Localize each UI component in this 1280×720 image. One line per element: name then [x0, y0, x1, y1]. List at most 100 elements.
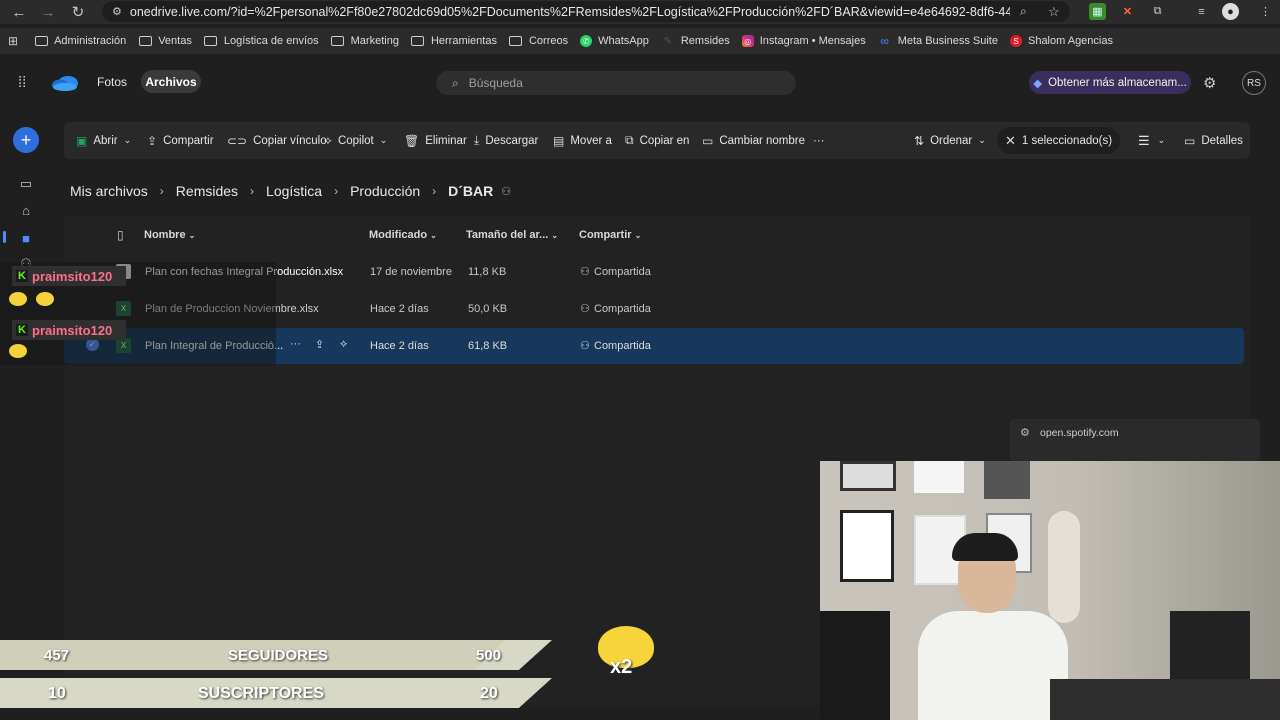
file-sharing[interactable]: Compartida — [594, 340, 651, 352]
duck-emote-icon — [9, 292, 27, 306]
app-launcher-icon[interactable]: ⁞⁞ — [18, 74, 26, 91]
forward-icon[interactable]: → — [33, 0, 63, 24]
recent-icon[interactable]: ▭ — [17, 176, 35, 192]
copilot-icon: ⟡ — [324, 133, 332, 147]
breadcrumb-remsides[interactable]: Remsides — [176, 183, 238, 199]
webcam-overlay — [820, 461, 1280, 720]
create-new-button[interactable]: + — [13, 127, 39, 153]
sort-button[interactable]: ⇅ Ordenar ⌄ — [914, 122, 986, 159]
bookmark-shalom[interactable]: S Shalom Agencias — [1009, 35, 1113, 47]
more-options-icon[interactable]: ··· — [290, 338, 301, 350]
chevron-right-icon: › — [432, 184, 437, 198]
zoom-icon[interactable]: ⌕ — [1020, 4, 1027, 19]
tab-files[interactable]: Archivos — [141, 70, 201, 93]
apps-grid-icon[interactable]: ⊞ — [8, 34, 18, 48]
column-header-name[interactable]: Nombre ⌄ — [144, 229, 195, 241]
chevron-down-icon: ⌄ — [188, 231, 196, 240]
selection-count-button[interactable]: ✕ 1 seleccionado(s) — [997, 127, 1121, 154]
bookmark-instagram[interactable]: ◎ Instagram • Mensajes — [741, 35, 866, 47]
reading-list-icon[interactable]: ≡ — [1193, 3, 1210, 20]
file-sharing[interactable]: Compartida — [594, 303, 651, 315]
bookmark-meta[interactable]: ∞ Meta Business Suite — [878, 34, 998, 48]
list-view-icon: ☰ — [1138, 132, 1150, 148]
column-header-sharing[interactable]: Compartir ⌄ — [579, 229, 641, 241]
column-header-modified[interactable]: Modificado ⌄ — [369, 229, 437, 241]
view-options-button[interactable]: ☰ ⌄ — [1138, 122, 1165, 159]
spotify-notification[interactable]: ⚙ open.spotify.com — [1010, 419, 1260, 461]
file-sharing[interactable]: Compartida — [594, 266, 651, 278]
duck-emote-icon — [9, 344, 27, 358]
copilot-row-icon[interactable]: ⟡ — [340, 338, 347, 351]
tab-photos[interactable]: Fotos — [90, 70, 134, 93]
share-row-icon[interactable]: ⇪ — [315, 338, 324, 351]
rename-button[interactable]: ▭ Cambiar nombre — [702, 122, 805, 159]
extensions-puzzle-icon[interactable]: ⧉ — [1149, 3, 1166, 20]
home-icon[interactable]: ⌂ — [17, 202, 35, 218]
folder-icon — [138, 35, 152, 47]
bookmark-whatsapp[interactable]: ✆ WhatsApp — [580, 35, 649, 47]
copy-link-button[interactable]: ⊂⊃ Copiar vínculo — [227, 122, 327, 159]
extension-green-icon[interactable]: ▦ — [1089, 3, 1106, 20]
meta-icon: ∞ — [880, 34, 889, 48]
remsides-icon: ✎ — [663, 35, 673, 47]
download-button[interactable]: ⤓ Descargar — [474, 122, 538, 159]
copy-to-button[interactable]: ⧉ Copiar en — [625, 122, 689, 159]
avatar[interactable]: RS — [1242, 71, 1266, 95]
search-input[interactable]: ⌕ Búsqueda — [436, 71, 796, 95]
address-bar[interactable]: ⚙ onedrive.live.com/?id=%2Fpersonal%2Ff8… — [102, 1, 1070, 22]
spotify-url: open.spotify.com — [1040, 427, 1119, 439]
bookmark-administracion[interactable]: Administración — [34, 35, 126, 47]
bookmark-star-icon[interactable]: ☆ — [1048, 4, 1060, 20]
file-modified: 17 de noviembre — [370, 266, 452, 278]
webcam-chair — [820, 611, 890, 720]
share-button[interactable]: ⇪ Compartir — [147, 122, 214, 159]
url-text[interactable]: onedrive.live.com/?id=%2Fpersonal%2Ff80e… — [130, 5, 1010, 19]
breadcrumb-logistica[interactable]: Logística — [266, 183, 322, 199]
site-info-icon[interactable]: ⚙ — [112, 5, 122, 18]
browser-toolbar: ← → ↻ ⚙ onedrive.live.com/?id=%2Fpersona… — [0, 0, 1280, 24]
shalom-icon: S — [1009, 35, 1022, 47]
get-more-storage-button[interactable]: ◆ Obtener más almacenam... — [1029, 71, 1191, 94]
copy-icon: ⧉ — [625, 133, 634, 147]
bookmark-logistica[interactable]: Logística de envíos — [204, 35, 319, 47]
move-to-button[interactable]: ▤ Mover a — [553, 122, 612, 159]
column-header-size[interactable]: Tamaño del ar... ⌄ — [466, 229, 558, 241]
bookmark-marketing[interactable]: Marketing — [331, 35, 399, 47]
chevron-right-icon: › — [334, 184, 339, 198]
onedrive-logo-icon[interactable] — [51, 74, 79, 91]
chevron-down-icon: ⌄ — [551, 231, 559, 240]
open-button[interactable]: ▣ Abrir ⌄ — [76, 122, 131, 159]
extension-orange-icon[interactable]: ✕ — [1119, 3, 1136, 20]
delete-button[interactable]: 🗑 Eliminar — [404, 122, 467, 159]
breadcrumb-produccion[interactable]: Producción — [350, 183, 420, 199]
file-size: 50,0 KB — [468, 303, 508, 315]
copilot-button[interactable]: ⟡ Copilot ⌄ — [324, 122, 387, 159]
shared-folder-icon: ⚇ — [501, 185, 512, 198]
whatsapp-icon: ✆ — [580, 35, 593, 47]
settings-gear-icon[interactable]: ⚙ — [1203, 74, 1216, 92]
chevron-down-icon: ⌄ — [379, 135, 388, 145]
my-files-folder-icon[interactable]: ■ — [17, 230, 35, 246]
followers-label: SEGUIDORES — [228, 647, 329, 664]
bookmark-correos[interactable]: Correos — [509, 35, 568, 47]
chat-message-user: Kpraimsito120 — [12, 266, 126, 286]
kick-badge-icon: K — [16, 324, 28, 336]
instagram-icon: ◎ — [741, 35, 754, 47]
bookmark-ventas[interactable]: Ventas — [138, 35, 192, 47]
bookmarks-bar: ⊞ Administración Ventas Logística de env… — [0, 28, 1280, 54]
shared-icon: ⚇ — [580, 303, 590, 315]
details-button[interactable]: ▭ Detalles — [1184, 122, 1243, 159]
bookmark-remsides[interactable]: ✎ Remsides — [661, 35, 730, 47]
file-size: 11,8 KB — [468, 266, 507, 278]
browser-menu-icon[interactable]: ⋮ — [1257, 3, 1274, 20]
reload-icon[interactable]: ↻ — [63, 0, 93, 24]
breadcrumb-my-files[interactable]: Mis archivos — [70, 183, 148, 199]
duck-emote-icon — [36, 292, 54, 306]
more-actions-button[interactable]: ··· — [813, 122, 825, 159]
subscribers-goal: 20 — [480, 685, 498, 702]
file-modified: Hace 2 días — [370, 340, 429, 352]
back-icon[interactable]: ← — [4, 0, 34, 24]
share-icon: ⇪ — [147, 133, 158, 148]
profile-avatar-icon[interactable]: ● — [1222, 3, 1239, 20]
bookmark-herramientas[interactable]: Herramientas — [411, 35, 497, 47]
